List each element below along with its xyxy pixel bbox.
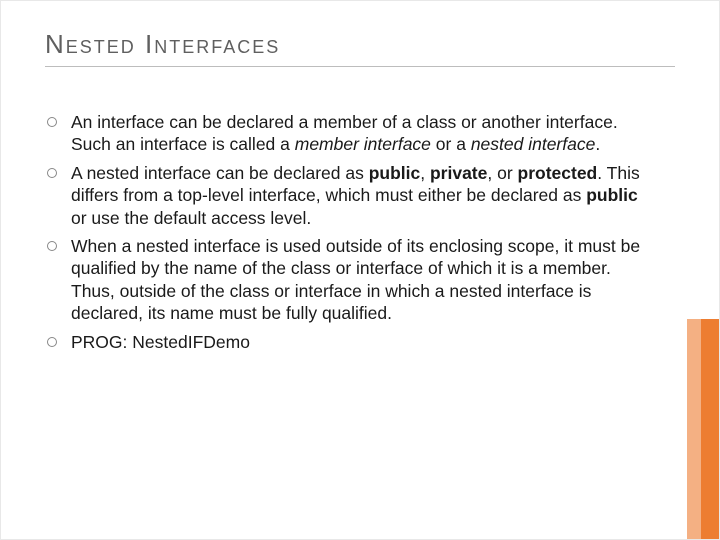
text-run: , or xyxy=(487,163,517,183)
text-run: A nested interface can be declared as xyxy=(71,163,369,183)
bullet-item: An interface can be declared a member of… xyxy=(45,111,647,156)
title-underline xyxy=(45,66,675,67)
text-run: , xyxy=(420,163,430,183)
text-run: When a nested interface is used outside … xyxy=(71,236,640,323)
slide: Nested Interfaces An interface can be de… xyxy=(0,0,720,540)
text-run: nested interface xyxy=(471,134,596,154)
text-run: or use the default access level. xyxy=(71,208,311,228)
content-area: An interface can be declared a member of… xyxy=(45,111,675,353)
bullet-list: An interface can be declared a member of… xyxy=(45,111,647,353)
text-run: public xyxy=(586,185,638,205)
text-run: member interface xyxy=(295,134,431,154)
text-run: protected xyxy=(518,163,598,183)
slide-title: Nested Interfaces xyxy=(45,29,675,60)
text-run: public xyxy=(369,163,421,183)
accent-bar-inner xyxy=(701,319,719,539)
text-run: PROG: NestedIFDemo xyxy=(71,332,250,352)
bullet-item: A nested interface can be declared as pu… xyxy=(45,162,647,229)
bullet-item: When a nested interface is used outside … xyxy=(45,235,647,325)
bullet-item: PROG: NestedIFDemo xyxy=(45,331,647,353)
text-run: private xyxy=(430,163,487,183)
text-run: or a xyxy=(431,134,471,154)
text-run: . xyxy=(595,134,600,154)
